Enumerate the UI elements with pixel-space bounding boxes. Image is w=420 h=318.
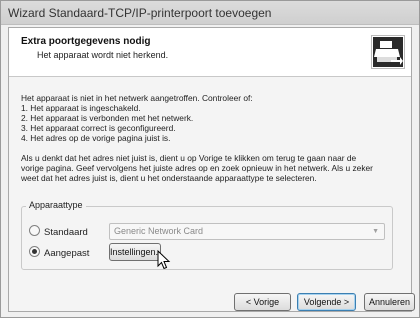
standard-radio[interactable] [29,225,40,236]
page-title: Extra poortgegevens nodig [21,36,151,47]
custom-radio[interactable] [29,246,40,257]
custom-radio-option[interactable]: Aangepast [29,246,89,260]
custom-radio-label: Aangepast [44,248,90,259]
check-item: 4. Het adres op de vorige pagina juist i… [21,133,171,143]
standard-radio-option[interactable]: Standaard [29,225,88,239]
standard-radio-label: Standaard [44,227,88,238]
device-type-legend: Apparaattype [26,200,86,210]
wizard-content: Extra poortgegevens nodig Het apparaat w… [8,27,412,312]
window-title: Wizard Standaard-TCP/IP-printerpoort toe… [8,6,272,20]
check-item: 3. Het apparaat correct is geconfigureer… [21,123,176,133]
check-item: 2. Het apparaat is verbonden met het net… [21,113,194,123]
mouse-cursor-icon [157,250,171,270]
title-bar[interactable]: Wizard Standaard-TCP/IP-printerpoort toe… [1,1,419,25]
settings-button[interactable]: Instellingen... [109,243,163,261]
intro-text: Het apparaat is niet in het netwerk aang… [21,93,253,103]
page-subtitle: Het apparaat wordt niet herkend. [37,50,169,60]
advice-line: weet dat het adres juist is, dient u het… [21,173,317,183]
next-button[interactable]: Volgende > [297,293,356,311]
check-item: 1. Het apparaat is ingeschakeld. [21,103,141,113]
chevron-down-icon: ▼ [372,228,379,235]
standard-device-value: Generic Network Card [114,226,204,236]
back-button[interactable]: < Vorige [234,293,291,311]
wizard-header: Extra poortgegevens nodig Het apparaat w… [9,28,411,77]
advice-line: vorige pagina. Geef vervolgens het juist… [21,163,373,173]
printer-network-icon [371,35,405,69]
cancel-button[interactable]: Annuleren [364,293,415,311]
standard-device-select[interactable]: Generic Network Card ▼ [109,223,385,240]
advice-line: Als u denkt dat het adres niet juist is,… [21,153,357,163]
wizard-window: Wizard Standaard-TCP/IP-printerpoort toe… [0,0,420,318]
